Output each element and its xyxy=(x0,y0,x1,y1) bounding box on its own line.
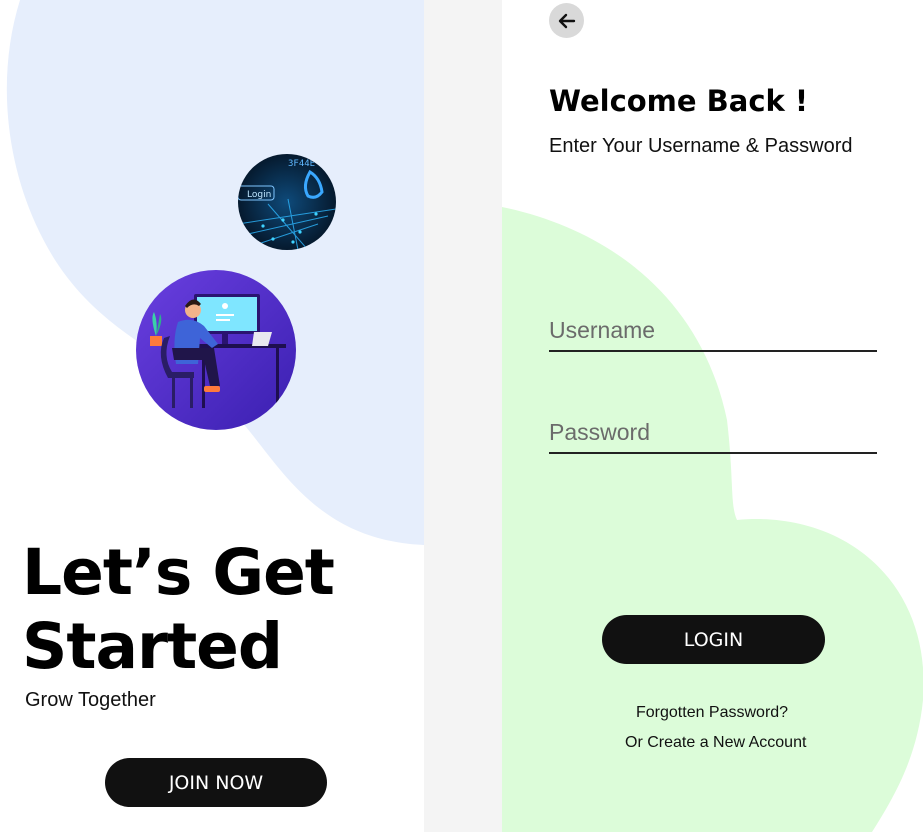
username-input[interactable] xyxy=(549,310,877,352)
password-input[interactable] xyxy=(549,412,877,454)
forgot-password-link[interactable]: Forgotten Password? xyxy=(636,704,788,722)
panel-divider xyxy=(424,0,502,832)
welcome-heading: Welcome Back ! xyxy=(549,84,809,118)
hero-title-line1: Let’s Get xyxy=(22,536,335,609)
left-panel: Login 3F44E Let’s Get Started Grow Toget… xyxy=(0,0,424,832)
create-account-link[interactable]: Or Create a New Account xyxy=(625,734,806,752)
login-technology-image: Login 3F44E xyxy=(238,154,336,250)
back-button[interactable] xyxy=(549,3,584,38)
hero-title-line2: Started xyxy=(22,610,283,683)
hero-title: Let’s Get Started xyxy=(22,536,335,684)
right-panel: Welcome Back ! Enter Your Username & Pas… xyxy=(502,0,923,832)
arrow-left-icon xyxy=(558,13,575,28)
person-at-computer-illustration xyxy=(136,270,296,430)
small-image-label: Login xyxy=(247,190,271,200)
join-now-button[interactable]: JOIN NOW xyxy=(105,758,327,807)
small-image-code: 3F44E xyxy=(288,159,315,169)
hero-subtitle: Grow Together xyxy=(25,689,156,711)
login-button[interactable]: LOGIN xyxy=(602,615,825,664)
login-instruction: Enter Your Username & Password xyxy=(549,135,853,157)
